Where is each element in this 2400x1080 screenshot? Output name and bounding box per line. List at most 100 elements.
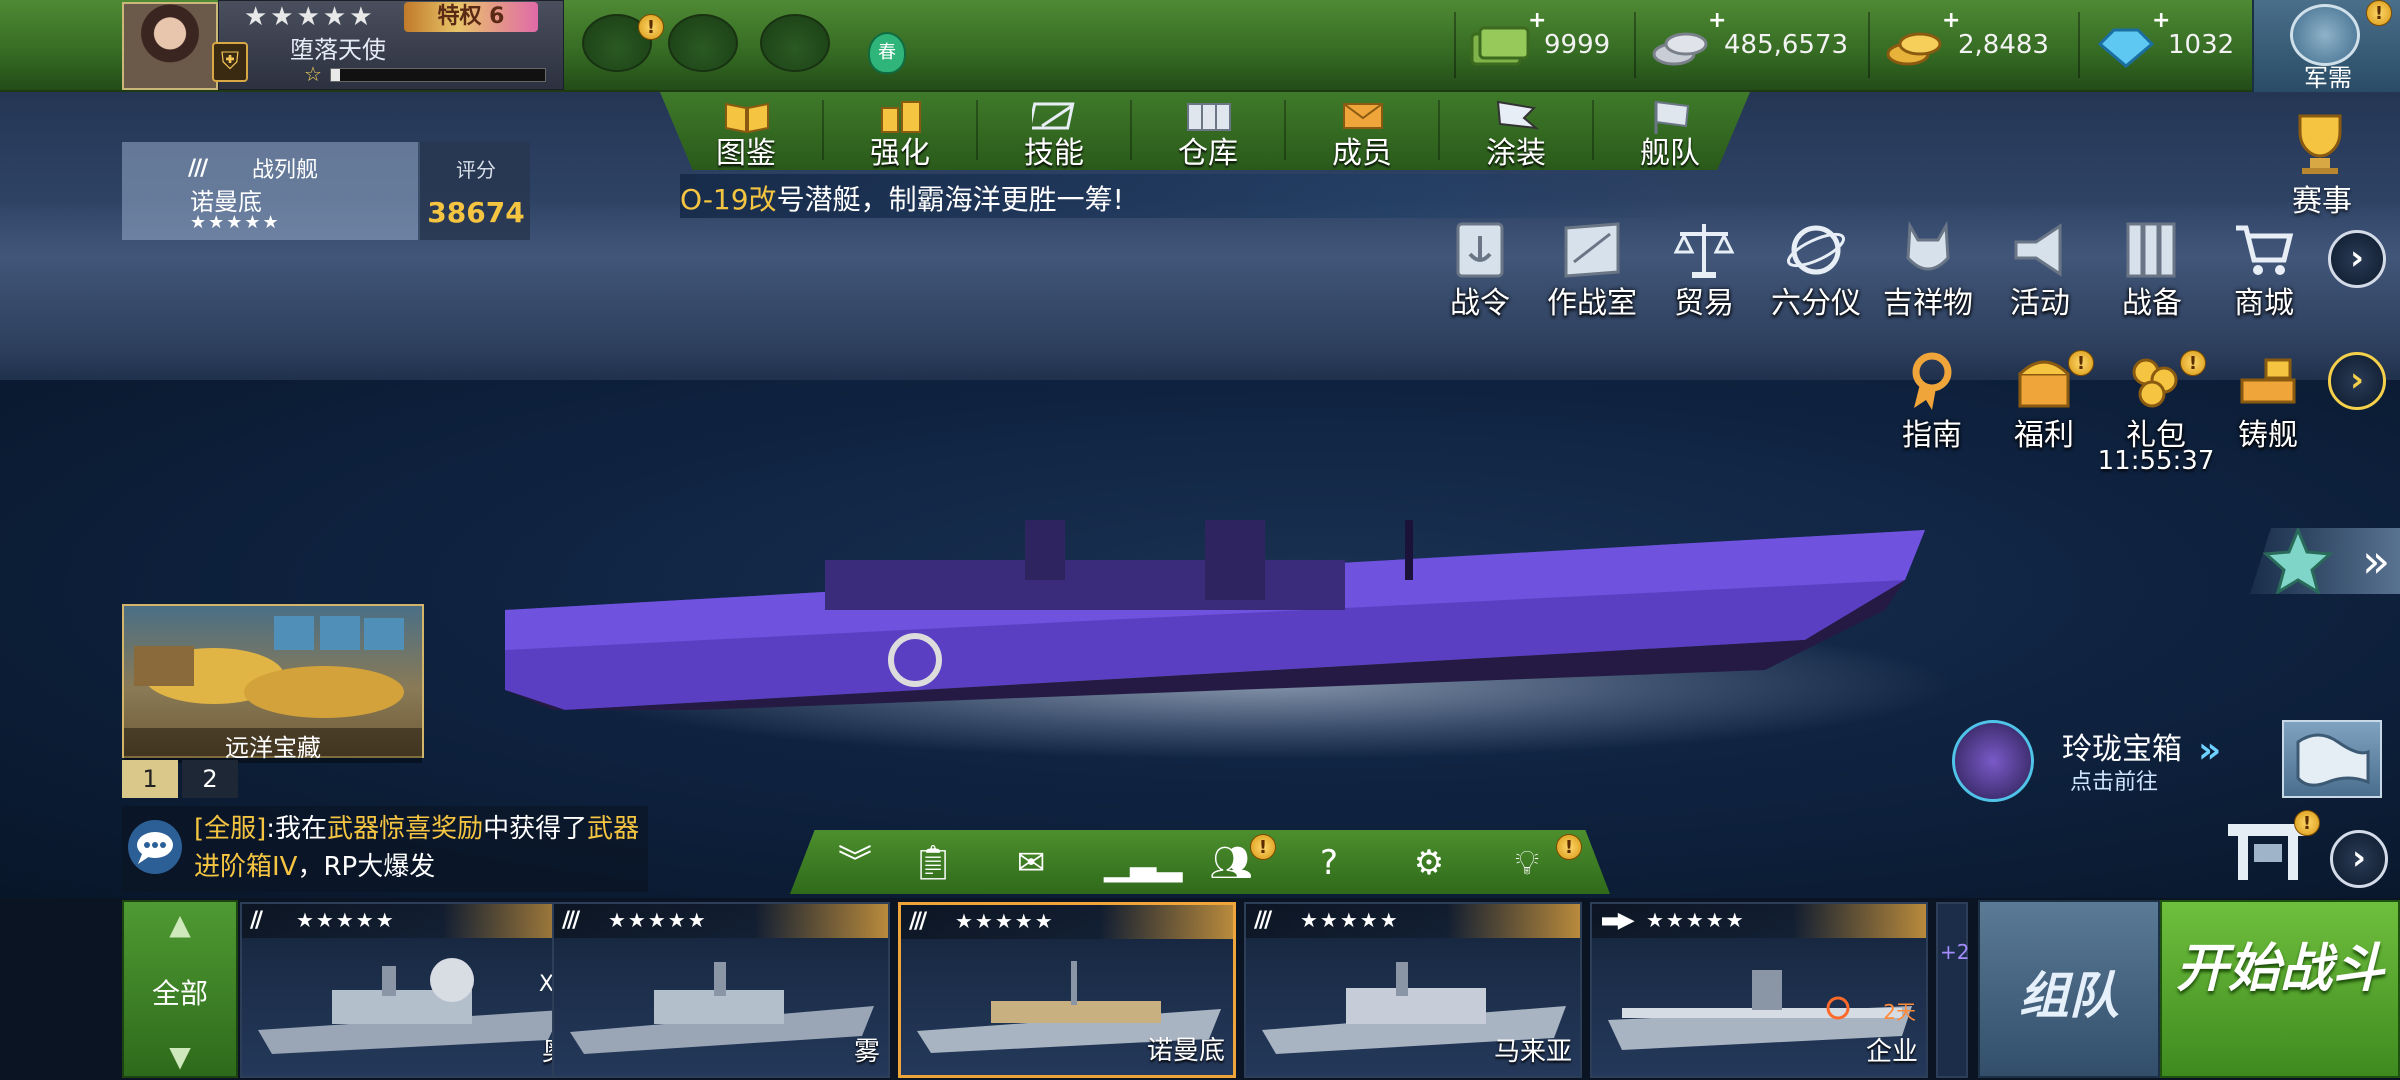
card-header: //★★★★★	[242, 904, 576, 938]
ship-card-name: 雾	[853, 1037, 880, 1067]
gold-resource[interactable]: + 2,8483	[1884, 8, 2054, 76]
page-2-button[interactable]: 2	[182, 760, 238, 798]
tab-label: 成员	[1332, 136, 1392, 171]
sextant-button[interactable]: 六分仪	[1764, 218, 1868, 328]
start-battle-button[interactable]: 开始战斗	[2160, 900, 2400, 1078]
filter-all-button[interactable]: ▲ 全部 ▼	[122, 900, 238, 1078]
ship-card-name: 马来亚	[1493, 1037, 1572, 1067]
chest-name: 玲珑宝箱	[2062, 732, 2182, 767]
spring-festival-icon[interactable]: 春	[868, 32, 906, 74]
chest-icon	[1952, 720, 2034, 802]
ship-info-panel[interactable]: /// 战列舰 诺曼底 ★★★★★ 评分 38674	[122, 142, 532, 240]
top-slot-2[interactable]	[668, 14, 738, 72]
team-up-button[interactable]: 组队	[1978, 900, 2160, 1078]
war-room-button[interactable]: 作战室	[1540, 218, 1644, 328]
tab-skills[interactable]: 技能	[980, 92, 1128, 170]
chat-panel[interactable]: [全服]:我在武器惊喜奖励中获得了武器进阶箱IV，RP大爆发	[122, 806, 648, 892]
top-slot-3[interactable]	[760, 14, 830, 72]
bottom-toolbar: ︾ 📋︎ ✉ ▁▃▂ 👥︎ ? ⚙ 💡︎	[790, 830, 1610, 894]
alert-badge: !	[638, 14, 664, 40]
feature-label: 活动	[2010, 286, 2070, 321]
help-button[interactable]: ?	[1302, 840, 1356, 886]
double-chevron-icon: »	[2198, 730, 2222, 771]
mail-button[interactable]: ✉	[1004, 840, 1058, 886]
ship-forge-button[interactable]: 铸舰	[2216, 350, 2320, 460]
partial-card-text: +2	[1940, 940, 1970, 964]
privilege-badge[interactable]: 特权 6	[404, 2, 538, 32]
alert-badge: !	[2294, 810, 2320, 836]
page-1-button[interactable]: 1	[122, 760, 178, 798]
guide-button[interactable]: 指南	[1880, 350, 1984, 460]
ship-card-bar: ▲ 全部 ▼ //★★★★★ X2 奥 ///★★★★★ 雾 ///★★★★★ …	[0, 898, 2400, 1080]
mascot-button[interactable]: 吉祥物	[1876, 218, 1980, 328]
lightbulb-icon: 💡︎	[1515, 843, 1539, 883]
settings-button[interactable]: ⚙	[1402, 840, 1456, 886]
feature-label: 福利	[2014, 418, 2074, 453]
collapse-button[interactable]: ︾	[828, 840, 882, 886]
war-prep-button[interactable]: 战备	[2100, 218, 2204, 328]
feature-label: 六分仪	[1771, 286, 1861, 321]
player-avatar[interactable]	[122, 2, 218, 90]
tab-enhance[interactable]: 强化	[826, 92, 974, 170]
chat-bubble-icon[interactable]	[128, 820, 182, 874]
ship-thumbnail	[570, 962, 874, 1054]
divider	[2078, 12, 2080, 78]
chevron-down-icon[interactable]: ▼	[124, 1040, 236, 1073]
ship-card[interactable]: ///★★★★★ 马来亚	[1244, 902, 1582, 1078]
guide-ribbon-icon	[1912, 352, 1952, 410]
diamond-resource[interactable]: + 1032	[2094, 8, 2244, 76]
chest-subtitle: 点击前往	[2070, 770, 2159, 795]
trophy-icon[interactable]	[2284, 110, 2356, 176]
book-shelf-icon	[2126, 222, 2176, 278]
tab-label: 技能	[1024, 136, 1084, 171]
star-panel-button[interactable]: »	[2250, 528, 2400, 594]
top-bar: ⛨ ★★★★★ 特权 6 堕落天使 ☆ ! 春 + 9999 + 485,657…	[0, 0, 2400, 92]
divider	[976, 100, 978, 160]
cash-resource[interactable]: + 9999	[1470, 8, 1620, 76]
ship-card-partial[interactable]: +2	[1936, 902, 1970, 1078]
diamond-value: 1032	[2168, 30, 2235, 60]
double-chevron-icon: »	[2362, 534, 2391, 588]
ship-card-selected[interactable]: ///★★★★★ 诺曼底	[898, 902, 1236, 1078]
alert-badge: !	[2068, 350, 2094, 376]
tab-label: 强化	[870, 136, 930, 171]
tasks-button[interactable]: 📋︎	[906, 840, 960, 886]
ship-thumbnail	[258, 958, 562, 1054]
events-label[interactable]: 赛事	[2262, 176, 2382, 220]
megaphone-icon	[2014, 223, 2062, 277]
chevron-up-icon[interactable]: ▲	[124, 908, 236, 941]
expand-row2-button[interactable]: ›	[2328, 352, 2386, 410]
tab-members[interactable]: 成员	[1288, 92, 1436, 170]
ship-card[interactable]: ///★★★★★ 雾	[552, 902, 890, 1078]
battleship-model[interactable]	[505, 520, 1925, 710]
world-map-button[interactable]	[2282, 720, 2382, 798]
ship-card-name: 企业	[1865, 1037, 1918, 1067]
ship-card[interactable]: //★★★★★ X2 奥	[240, 902, 578, 1078]
ocean-treasure-banner[interactable]: 远洋宝藏	[122, 604, 424, 763]
shop-button[interactable]: 商城	[2212, 218, 2316, 328]
activity-button[interactable]: 活动	[1988, 218, 2092, 328]
battle-pass-button[interactable]: 战令	[1428, 218, 1532, 328]
ship-card[interactable]: ▬▶ ★★★★★ 2天 企业	[1590, 902, 1928, 1078]
supply-button[interactable]: ! 军需	[2252, 0, 2400, 92]
expand-row1-button[interactable]: ›	[2328, 230, 2386, 288]
feature-label: 商城	[2234, 286, 2294, 321]
welfare-button[interactable]: ! 福利	[1992, 350, 2096, 460]
tab-fleet[interactable]: 舰队	[1596, 92, 1744, 170]
xp-bar	[330, 68, 546, 82]
tips-button[interactable]: 💡︎	[1500, 840, 1554, 886]
tab-paint[interactable]: 涂装	[1442, 92, 1590, 170]
tab-warehouse[interactable]: 仓库	[1134, 92, 1282, 170]
trade-button[interactable]: 贸易	[1652, 218, 1756, 328]
divider	[1454, 12, 1456, 78]
gift-pack-button[interactable]: ! 礼包 11:55:37	[2098, 350, 2214, 476]
tab-codex[interactable]: 图鉴	[672, 92, 820, 170]
sextant-icon	[1786, 225, 1846, 275]
alert-badge: !	[1250, 834, 1276, 860]
linglong-chest-button[interactable]: 玲珑宝箱 点击前往 »	[1952, 720, 2238, 802]
ranking-button[interactable]: ▁▃▂	[1104, 840, 1182, 886]
feature-label: 作战室	[1547, 286, 1637, 321]
treasure-label: 远洋宝藏	[124, 728, 422, 763]
expand-port-button[interactable]: ›	[2330, 830, 2388, 888]
silver-resource[interactable]: + 485,6573	[1650, 8, 1848, 76]
